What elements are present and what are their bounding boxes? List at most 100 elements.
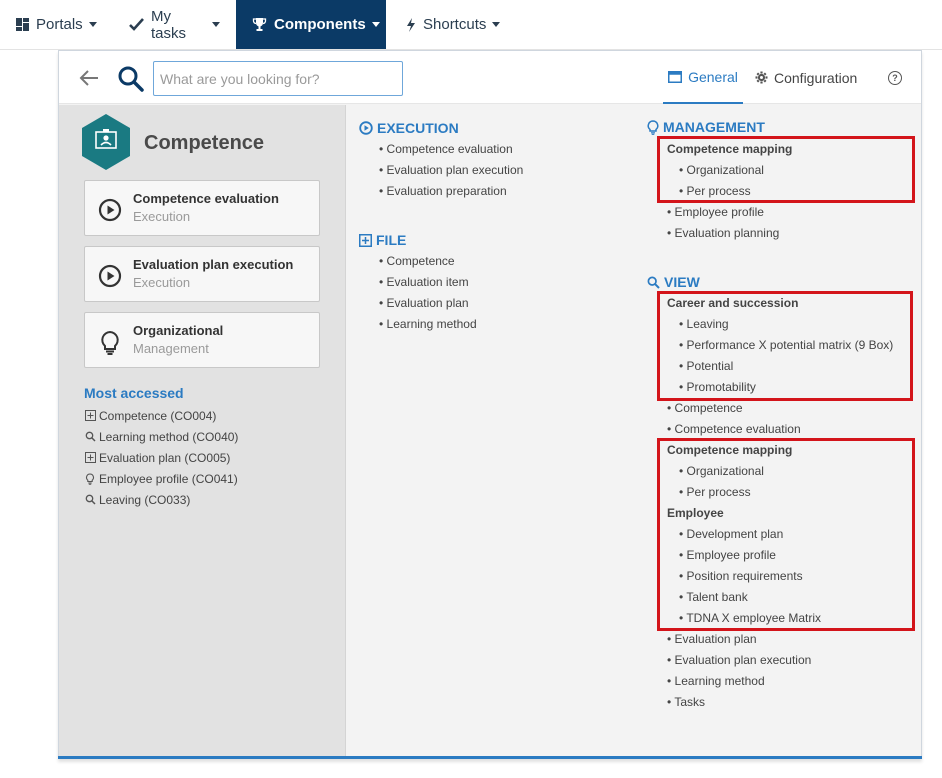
tab-general[interactable]: General (663, 51, 743, 104)
panel-header: General Configuration ? (59, 51, 921, 104)
help-icon[interactable]: ? (888, 71, 902, 85)
section-view: VIEW (647, 274, 700, 290)
play-circle-icon (98, 264, 122, 288)
list-item[interactable]: Learning method (667, 671, 893, 692)
list-item[interactable]: Organizational (667, 461, 893, 482)
list-item[interactable]: Competence evaluation (379, 139, 523, 160)
list-item[interactable]: Performance X potential matrix (9 Box) (667, 335, 894, 356)
panel-bottom-bar (58, 756, 922, 759)
list-item[interactable]: TDNA X employee Matrix (667, 608, 893, 629)
most-accessed-label: Learning method (CO040) (99, 429, 239, 444)
file-list: Competence Evaluation item Evaluation pl… (379, 251, 477, 335)
list-item[interactable]: Learning method (379, 314, 477, 335)
card-subtitle: Management (133, 341, 209, 356)
lightbulb-icon (84, 472, 96, 485)
card-title: Competence evaluation (133, 191, 279, 206)
most-accessed-item[interactable]: Evaluation plan (CO005) (84, 447, 238, 468)
list-item[interactable]: Employee profile (667, 202, 792, 223)
search-icon[interactable] (117, 65, 145, 93)
list-item[interactable]: Potential (667, 356, 893, 377)
card-title: Evaluation plan execution (133, 257, 294, 272)
list-item[interactable]: Evaluation plan execution (667, 650, 893, 671)
management-list: Competence mapping Organizational Per pr… (667, 139, 792, 244)
list-item[interactable]: Evaluation plan execution (379, 160, 524, 181)
list-item[interactable]: Evaluation plan (379, 293, 477, 314)
execution-list: Competence evaluation Evaluation plan ex… (379, 139, 524, 202)
trophy-icon (252, 17, 267, 32)
list-item[interactable]: Development plan (667, 524, 893, 545)
list-item[interactable]: Leaving (667, 314, 893, 335)
nav-portals[interactable]: Portals (0, 0, 113, 49)
component-badge-icon (81, 114, 131, 170)
plus-square-icon (359, 233, 372, 247)
section-management: MANAGEMENT (647, 119, 765, 135)
most-accessed-label: Competence (CO004) (99, 408, 217, 423)
list-item[interactable]: Competence evaluation (667, 419, 893, 440)
list-item[interactable]: Talent bank (667, 587, 893, 608)
chevron-down-icon (212, 22, 220, 27)
group-competence-mapping: Competence mapping (667, 142, 793, 156)
top-nav: Portals My tasks Components Shortcuts (0, 0, 942, 50)
section-execution: EXECUTION (359, 120, 459, 136)
list-item[interactable]: Employee profile (667, 545, 893, 566)
dashboard-icon (16, 18, 29, 31)
group-competence-mapping: Competence mapping (667, 443, 793, 457)
card-title: Organizational (133, 323, 224, 338)
card-subtitle: Execution (133, 275, 191, 290)
nav-shortcuts[interactable]: Shortcuts (386, 0, 516, 49)
nav-components[interactable]: Components (236, 0, 386, 49)
list-item[interactable]: Evaluation planning (667, 223, 792, 244)
most-accessed-title: Most accessed (84, 385, 184, 401)
component-title: Competence (144, 132, 265, 154)
tab-configuration[interactable]: Configuration (755, 51, 857, 104)
section-execution-title: EXECUTION (377, 120, 459, 136)
most-accessed-item[interactable]: Leaving (CO033) (84, 489, 238, 510)
group-employee: Employee (667, 506, 724, 520)
section-file-title: FILE (376, 232, 407, 248)
list-item[interactable]: Position requirements (667, 566, 893, 587)
list-item[interactable]: Promotability (667, 377, 893, 398)
lightbulb-icon (647, 119, 659, 135)
nav-portals-label: Portals (36, 16, 83, 33)
group-career-succession: Career and succession (667, 296, 799, 310)
check-icon (129, 18, 144, 31)
components-panel: General Configuration ? Competence Compe… (58, 50, 922, 759)
chevron-down-icon (88, 22, 97, 27)
most-accessed-item[interactable]: Employee profile (CO041) (84, 468, 238, 489)
plus-square-icon (84, 410, 96, 422)
window-icon (668, 70, 683, 83)
section-file: FILE (359, 232, 406, 248)
back-arrow-icon[interactable] (79, 69, 99, 87)
lightbulb-icon (98, 330, 122, 355)
search-icon (647, 276, 660, 289)
search-icon (84, 431, 96, 443)
card-subtitle: Execution (133, 209, 191, 224)
list-item[interactable]: Organizational (667, 160, 792, 181)
nav-my-tasks-label: My tasks (151, 7, 187, 42)
section-management-title: MANAGEMENT (663, 119, 765, 135)
card-competence-evaluation[interactable]: Competence evaluation Execution (84, 180, 320, 236)
plus-square-icon (84, 452, 96, 464)
list-item[interactable]: Evaluation preparation (379, 181, 523, 202)
list-item[interactable]: Per process (667, 181, 792, 202)
play-circle-icon (98, 198, 122, 222)
list-item[interactable]: Per process (667, 482, 893, 503)
most-accessed-item[interactable]: Learning method (CO040) (84, 426, 238, 447)
tab-general-label: General (688, 68, 738, 85)
list-item[interactable]: Competence (379, 251, 477, 272)
list-item[interactable]: Competence (667, 398, 893, 419)
section-view-title: VIEW (664, 274, 700, 290)
card-organizational[interactable]: Organizational Management (84, 312, 320, 368)
component-sidebar: Competence Competence evaluation Executi… (59, 105, 346, 759)
most-accessed-item[interactable]: Competence (CO004) (84, 405, 238, 426)
list-item[interactable]: Tasks (667, 692, 893, 713)
list-item[interactable]: Evaluation item (379, 272, 477, 293)
list-item[interactable]: Evaluation plan (667, 629, 893, 650)
tab-configuration-label: Configuration (774, 69, 858, 86)
card-evaluation-plan-execution[interactable]: Evaluation plan execution Execution (84, 246, 320, 302)
most-accessed-label: Evaluation plan (CO005) (99, 450, 231, 465)
search-input[interactable] (153, 61, 403, 96)
nav-my-tasks[interactable]: My tasks (113, 0, 236, 49)
view-list: Career and succession Leaving Performanc… (667, 293, 893, 713)
play-circle-icon (359, 121, 373, 135)
